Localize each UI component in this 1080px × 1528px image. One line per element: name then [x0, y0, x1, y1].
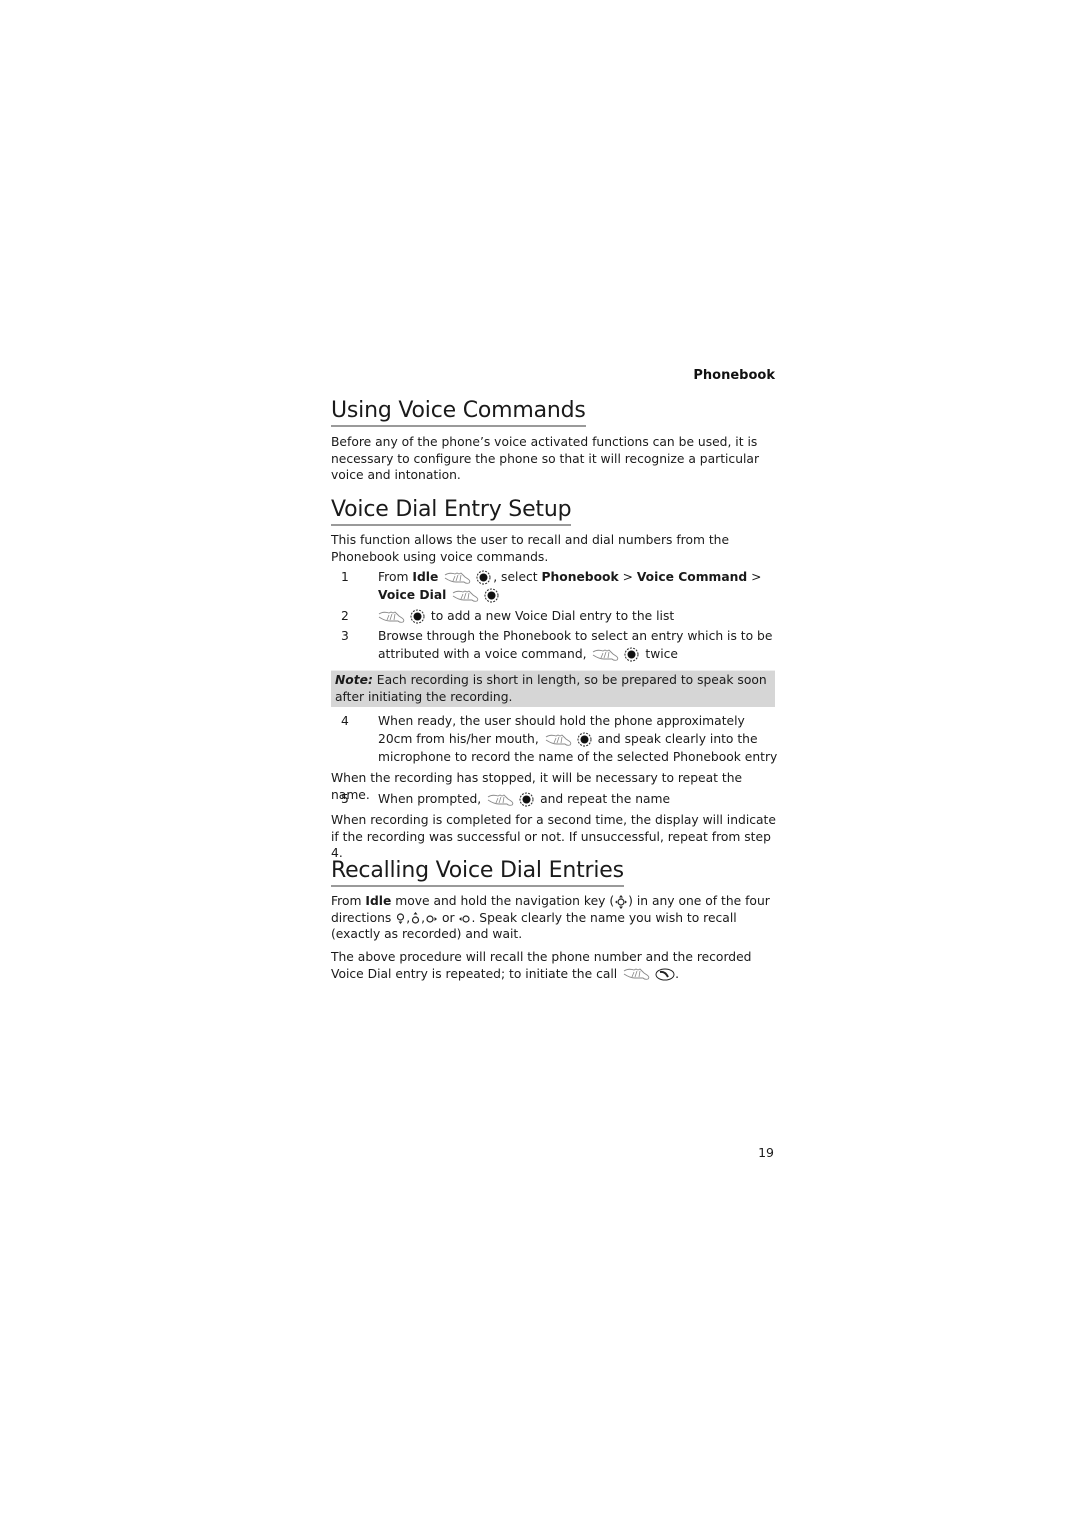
ok-key-icon: [410, 609, 425, 624]
step-text: to add a new Voice Dial entry to the lis…: [378, 607, 778, 625]
idle-label: Idle: [365, 894, 392, 908]
hand-press-icon: [487, 793, 515, 807]
menu-voice-command: Voice Command: [636, 570, 748, 584]
text: .: [675, 966, 680, 981]
text: From: [378, 570, 413, 584]
step-number: 1: [341, 570, 349, 584]
hand-press-icon: [623, 967, 651, 981]
ok-key-icon: [624, 647, 639, 662]
nav-down-icon: [397, 913, 405, 924]
section-heading-using-voice-commands: Using Voice Commands: [331, 398, 586, 427]
page-number: 19: [758, 1145, 774, 1160]
section-paragraph: This function allows the user to recall …: [331, 533, 730, 564]
ok-key-icon: [476, 570, 491, 585]
text: to add a new Voice Dial entry to the lis…: [430, 609, 675, 623]
section-paragraph: The above procedure will recall the phon…: [331, 949, 777, 982]
text: and repeat the name: [540, 792, 671, 806]
step-number: 5: [341, 792, 349, 806]
ok-key-icon: [519, 792, 534, 807]
hand-press-icon: [444, 571, 472, 585]
note-box: Note: Each recording is short in length,…: [331, 670, 775, 707]
step-number: 4: [341, 714, 349, 728]
running-head: Phonebook: [693, 368, 775, 383]
step-text: From Idle , select Phonebook > Voice Com…: [378, 568, 778, 604]
menu-phonebook: Phonebook: [541, 570, 619, 584]
step-number: 2: [341, 609, 349, 623]
nav-right-icon: [426, 915, 438, 923]
section-heading-voice-dial-entry-setup: Voice Dial Entry Setup: [331, 497, 572, 526]
separator: >: [618, 570, 637, 584]
text: or: [438, 910, 459, 925]
step-text: When ready, the user should hold the pho…: [378, 712, 778, 766]
text: Browse through the Phonebook to select a…: [378, 629, 773, 661]
section-heading-recalling-voice-dial-entries: Recalling Voice Dial Entries: [331, 858, 624, 887]
text: When prompted,: [378, 792, 482, 806]
nav-up-icon: [412, 912, 420, 924]
step-text: Browse through the Phonebook to select a…: [378, 627, 778, 663]
step-text: When prompted, and repeat the name: [378, 790, 778, 808]
step-number: 3: [341, 629, 349, 643]
section-paragraph: When recording is completed for a second…: [331, 813, 776, 860]
text: , select: [493, 570, 542, 584]
ok-key-icon: [484, 588, 499, 603]
hand-press-icon: [452, 589, 480, 603]
ok-key-icon: [577, 732, 592, 747]
section-paragraph: From Idle move and hold the navigation k…: [331, 894, 770, 941]
menu-voice-dial: Voice Dial: [378, 588, 447, 602]
text: From: [331, 894, 366, 908]
hand-press-icon: [378, 610, 406, 624]
navigation-key-icon: [614, 894, 628, 910]
text: twice: [645, 647, 678, 661]
text: The above procedure will recall the phon…: [331, 950, 752, 981]
hand-press-icon: [592, 648, 620, 662]
section-paragraph: Before any of the phone’s voice activate…: [331, 435, 759, 482]
note-label: Note:: [335, 673, 373, 687]
note-text: Each recording is short in length, so be…: [335, 673, 767, 704]
nav-left-icon: [459, 915, 471, 923]
call-key-icon: [655, 968, 675, 981]
separator: >: [747, 570, 762, 584]
hand-press-icon: [545, 733, 573, 747]
text: move and hold the navigation key (: [391, 894, 615, 908]
idle-label: Idle: [412, 570, 439, 584]
